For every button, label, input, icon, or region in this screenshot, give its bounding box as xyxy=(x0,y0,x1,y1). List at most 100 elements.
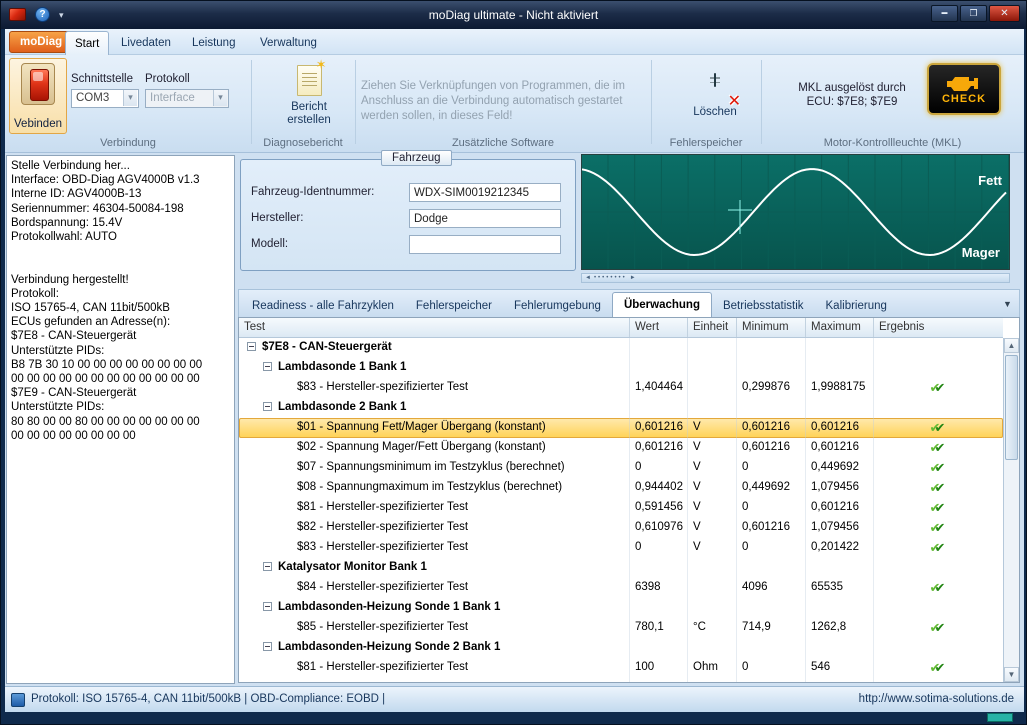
status-website-link[interactable]: http://www.sotima-solutions.de xyxy=(859,693,1014,705)
expander-collapse-icon[interactable] xyxy=(247,342,256,351)
result-ok-check-icon xyxy=(930,458,948,477)
tab-betriebsstatistik[interactable]: Betriebsstatistik xyxy=(712,295,815,317)
expander-collapse-icon[interactable] xyxy=(263,642,272,651)
resize-grip[interactable] xyxy=(987,713,1013,722)
maximize-button[interactable] xyxy=(960,5,987,22)
vertical-scrollbar[interactable] xyxy=(1003,338,1019,682)
manufacturer-input[interactable] xyxy=(409,209,561,228)
table-row[interactable]: Lambdasonden-Heizung Sonde 2 Bank 1 xyxy=(239,638,1003,658)
ribbon-tab-start[interactable]: Start xyxy=(65,31,110,55)
test-label: $02 - Spannung Mager/Fett Übergang (kons… xyxy=(297,441,546,453)
col-einheit[interactable]: Einheit xyxy=(688,318,737,337)
expander-collapse-icon[interactable] xyxy=(263,362,272,371)
table-row[interactable]: $01 - Spannung Fett/Mager Übergang (kons… xyxy=(239,418,1003,438)
titlebar: moDiag ultimate - Nicht aktiviert xyxy=(1,1,1026,29)
col-ergebnis[interactable]: Ergebnis xyxy=(874,318,1003,337)
result-cell xyxy=(874,378,1003,398)
expander-collapse-icon[interactable] xyxy=(263,402,272,411)
scroll-up-icon[interactable] xyxy=(1004,338,1019,353)
minimize-button[interactable] xyxy=(931,5,958,22)
table-row[interactable]: Katalysator Monitor Bank 1 xyxy=(239,558,1003,578)
cell-cmin: 714,9 xyxy=(737,618,806,638)
tab--berwachung[interactable]: Überwachung xyxy=(611,292,712,317)
result-cell xyxy=(874,538,1003,558)
client-area: moDiag Start Livedaten Leistung Verwaltu… xyxy=(5,29,1024,712)
scroll-right-icon[interactable]: ► xyxy=(627,274,639,282)
expander-collapse-icon[interactable] xyxy=(263,562,272,571)
col-minimum[interactable]: Minimum xyxy=(737,318,806,337)
log-line: 80 80 00 00 80 00 00 00 00 00 00 00 xyxy=(11,415,200,428)
create-report-button[interactable]: Bericht erstellen xyxy=(277,58,341,133)
graph-splitter[interactable]: ◄ •••••••• ► xyxy=(581,273,1010,283)
log-line: Protokollwahl: AUTO xyxy=(11,231,117,244)
ribbon-body: Vebinden Schnittstelle Protokoll COM3 In… xyxy=(5,55,1024,153)
tab-fehlerspeicher[interactable]: Fehlerspeicher xyxy=(405,295,503,317)
cell-cmax: 0,449692 xyxy=(806,458,874,478)
test-label: Lambdasonden-Heizung Sonde 2 Bank 1 xyxy=(278,641,501,653)
result-cell xyxy=(874,478,1003,498)
result-cell xyxy=(874,578,1003,598)
table-row[interactable]: $7E8 - CAN-Steuergerät xyxy=(239,338,1003,358)
table-row[interactable]: $81 - Hersteller-spezifizierter Test 100 O… xyxy=(239,658,1003,678)
table-row[interactable]: Lambdasonden-Heizung Sonde 1 Bank 1 xyxy=(239,598,1003,618)
clear-dtc-button[interactable]: Löschen xyxy=(677,59,753,133)
cell-ce xyxy=(688,598,737,618)
result-cell xyxy=(874,418,1003,438)
tab-readiness-alle-fahrzyklen[interactable]: Readiness - alle Fahrzyklen xyxy=(241,295,405,317)
scroll-left-icon[interactable]: ◄ xyxy=(582,274,594,282)
connect-button[interactable]: Vebinden xyxy=(9,58,67,134)
ribbon-tab-leistung[interactable]: Leistung xyxy=(183,31,244,55)
table-row[interactable]: $08 - Spannungmaximum im Testzyklus (ber… xyxy=(239,478,1003,498)
tab-fehlerumgebung[interactable]: Fehlerumgebung xyxy=(503,295,612,317)
vin-input[interactable] xyxy=(409,183,561,202)
table-row[interactable]: Lambdasonde 1 Bank 1 xyxy=(239,358,1003,378)
result-cell xyxy=(874,358,1003,378)
tab-kalibrierung[interactable]: Kalibrierung xyxy=(815,295,898,317)
col-test[interactable]: Test xyxy=(239,318,630,337)
interface-combobox[interactable]: COM3 xyxy=(71,89,139,108)
scrollbar-thumb[interactable] xyxy=(1005,355,1018,460)
model-input[interactable] xyxy=(409,235,561,254)
tab-overflow-icon[interactable] xyxy=(1003,299,1019,309)
test-label: $85 - Hersteller-spezifizierter Test xyxy=(297,621,469,633)
col-wert[interactable]: Wert xyxy=(630,318,688,337)
result-cell xyxy=(874,678,1003,682)
cell-cmin xyxy=(737,598,806,618)
table-row[interactable]: $83 - Hersteller-spezifizierter Test 1,40… xyxy=(239,378,1003,398)
test-label: Katalysator Monitor Bank 1 xyxy=(278,561,427,573)
cell-cw: 0,591456 xyxy=(630,498,688,518)
table-row[interactable]: $84 - Hersteller-spezifizierter Test 6398… xyxy=(239,578,1003,598)
test-label: $81 - Hersteller-spezifizierter Test xyxy=(297,501,469,513)
cell-cmax xyxy=(806,398,874,418)
cell-cmax xyxy=(806,598,874,618)
table-header: Test Wert Einheit Minimum Maximum Ergebn… xyxy=(239,318,1003,338)
group-caption-software: Zusätzliche Software xyxy=(451,137,555,149)
scroll-down-icon[interactable] xyxy=(1004,667,1019,682)
table-row[interactable]: $81 - Hersteller-spezifizierter Test 0,59… xyxy=(239,498,1003,518)
cell-cw xyxy=(630,638,688,658)
expander-collapse-icon[interactable] xyxy=(263,602,272,611)
software-drop-hint[interactable]: Ziehen Sie Verknüpfungen von Programmen,… xyxy=(361,79,647,124)
protocol-combobox[interactable]: Interface xyxy=(145,89,229,108)
log-line: ISO 15765-4, CAN 11bit/500kB xyxy=(11,302,170,314)
table-row[interactable]: $85 - Hersteller-spezifizierter Test 780,… xyxy=(239,618,1003,638)
table-row[interactable]: $07 - Spannungsminimum im Testzyklus (be… xyxy=(239,458,1003,478)
app-menu-button[interactable]: moDiag xyxy=(9,31,74,53)
col-maximum[interactable]: Maximum xyxy=(806,318,874,337)
cell-ce xyxy=(688,558,737,578)
log-panel[interactable]: Stelle Verbindung her... Interface: OBD-D… xyxy=(6,155,235,684)
cell-cmax: 1,079456 xyxy=(806,518,874,538)
cell-cw xyxy=(630,558,688,578)
table-row[interactable]: Lambdasonde 2 Bank 1 xyxy=(239,398,1003,418)
test-label: $01 - Spannung Fett/Mager Übergang (kons… xyxy=(297,421,546,433)
ribbon-tab-livedaten[interactable]: Livedaten xyxy=(112,31,180,55)
table-row[interactable] xyxy=(239,678,1003,682)
table-row[interactable]: $83 - Hersteller-spezifizierter Test 0 V 0 0… xyxy=(239,538,1003,558)
close-button[interactable] xyxy=(989,5,1020,22)
cell-cw: 0,601216 xyxy=(630,418,688,438)
table-row[interactable]: $02 - Spannung Mager/Fett Übergang (kons… xyxy=(239,438,1003,458)
ribbon-tab-verwaltung[interactable]: Verwaltung xyxy=(251,31,326,55)
table-row[interactable]: $82 - Hersteller-spezifizierter Test 0,61… xyxy=(239,518,1003,538)
test-label: $07 - Spannungsminimum im Testzyklus (be… xyxy=(297,461,565,473)
group-separator xyxy=(761,60,762,144)
